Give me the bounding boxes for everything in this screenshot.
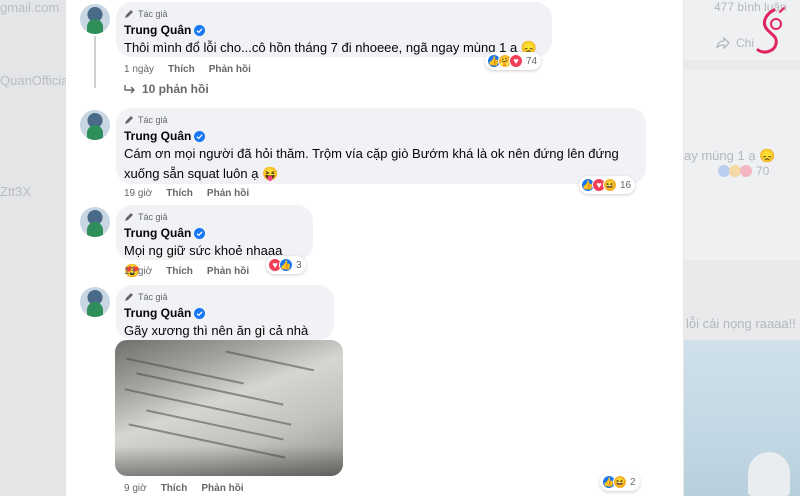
- comment-bubble: Tác giả Trung Quân Thôi mình đổ lỗi cho.…: [116, 2, 552, 57]
- reaction-count: 16: [620, 179, 632, 191]
- pencil-icon: [125, 116, 133, 124]
- comment-bubble: Tác giả Trung Quân Mọi ng giữ sức khoẻ n…: [116, 205, 313, 278]
- reply-button[interactable]: Phản hồi: [201, 483, 243, 494]
- comment-meta: 13 giờ Thích Phản hồi: [124, 266, 249, 277]
- reply-button[interactable]: Phản hồi: [207, 266, 249, 277]
- verified-badge-icon: [194, 130, 206, 142]
- comment-time[interactable]: 19 giờ: [124, 188, 152, 199]
- comments-panel: Tác giả Trung Quân Thôi mình đổ lỗi cho.…: [66, 0, 683, 496]
- bg-photo-figure: [748, 452, 790, 496]
- like-button[interactable]: Thích: [168, 64, 195, 75]
- name-row: Trung Quân: [124, 306, 323, 320]
- comment-photo[interactable]: [115, 340, 343, 476]
- bg-reply-snippet: ay mùng 1 ạ 😞: [684, 148, 776, 163]
- author-tag-label: Tác giả: [138, 292, 168, 302]
- name-row: Trung Quân: [124, 129, 635, 143]
- verified-badge-icon: [194, 24, 206, 36]
- photo-doc-line: [146, 409, 284, 441]
- bg-text-email: gmail.com: [0, 0, 60, 15]
- love-reaction-icon: ♥: [509, 54, 523, 68]
- comment-time[interactable]: 9 giờ: [124, 483, 147, 494]
- thread-connector: [94, 36, 96, 88]
- like-button[interactable]: Thích: [166, 266, 193, 277]
- verified-badge-icon: [194, 307, 206, 319]
- author-tag: Tác giả: [124, 291, 323, 303]
- bg-bottom-snippet: lỗi cái nọng raaaa!!: [686, 316, 796, 331]
- author-tag: Tác giả: [124, 8, 541, 20]
- brand-logo-icon: [756, 7, 785, 54]
- author-tag-label: Tác giả: [138, 115, 168, 125]
- pencil-icon: [125, 293, 133, 301]
- pencil-icon: [125, 213, 133, 221]
- comment-text: Thôi mình đổ lỗi cho...cô hồn tháng 7 đi…: [124, 40, 537, 55]
- comment-meta: 1 ngày Thích Phản hồi: [124, 64, 251, 75]
- bg-text-handle: Ztt3X: [0, 184, 32, 199]
- reaction-count: 2: [630, 476, 636, 488]
- bg-snippet-count: 70: [756, 164, 770, 178]
- reply-arrow-icon: [124, 85, 135, 94]
- reaction-count: 3: [296, 259, 302, 271]
- comment-time[interactable]: 1 ngày: [124, 64, 154, 75]
- author-tag: Tác giả: [124, 211, 302, 223]
- comment-text: Cám ơn mọi người đã hỏi thăm. Trộm vía c…: [124, 146, 619, 181]
- like-button[interactable]: Thích: [161, 483, 188, 494]
- haha-reaction-icon: 😆: [603, 178, 617, 192]
- comment-bubble: Tác giả Trung Quân Gãy xương thì nên ăn …: [116, 285, 334, 358]
- author-tag-label: Tác giả: [138, 9, 168, 19]
- view-replies-button[interactable]: 10 phản hồi: [124, 82, 209, 96]
- like-reaction-icon: 👍: [279, 258, 293, 272]
- pencil-icon: [125, 10, 133, 18]
- avatar[interactable]: [80, 207, 110, 237]
- like-button[interactable]: Thích: [166, 188, 193, 199]
- comment-meta: 19 giờ Thích Phản hồi: [124, 188, 249, 199]
- author-tag: Tác giả: [124, 114, 635, 126]
- commenter-name[interactable]: Trung Quân: [124, 129, 191, 143]
- avatar[interactable]: [80, 287, 110, 317]
- reaction-summary[interactable]: 👍 😆 2: [600, 473, 640, 491]
- bg-share-label: Chi: [716, 36, 754, 50]
- avatar[interactable]: [80, 110, 110, 140]
- replies-label: 10 phản hồi: [142, 82, 209, 96]
- bg-snippet-reactions: 70: [718, 164, 769, 178]
- reply-button[interactable]: Phản hồi: [209, 64, 251, 75]
- bg-text-profile: QuanOfficia: [0, 73, 69, 88]
- reaction-count: 74: [526, 55, 538, 67]
- reaction-summary[interactable]: 👍 🤗 ♥ 74: [485, 52, 542, 70]
- reaction-summary[interactable]: ♥ 👍 3: [266, 256, 306, 274]
- name-row: Trung Quân: [124, 23, 541, 37]
- name-row: Trung Quân: [124, 226, 302, 240]
- share-arrow-icon: [716, 37, 730, 49]
- reply-button[interactable]: Phản hồi: [207, 188, 249, 199]
- photo-doc-line: [124, 388, 292, 426]
- comment-bubble: Tác giả Trung Quân Cám ơn mọi người đã h…: [116, 108, 646, 184]
- author-tag-label: Tác giả: [138, 212, 168, 222]
- verified-badge-icon: [194, 227, 206, 239]
- commenter-name[interactable]: Trung Quân: [124, 306, 191, 320]
- comment-meta: 9 giờ Thích Phản hồi: [124, 483, 244, 494]
- avatar[interactable]: [80, 4, 110, 34]
- photo-doc-line: [126, 357, 244, 385]
- photo-doc-line: [225, 350, 315, 372]
- commenter-name[interactable]: Trung Quân: [124, 226, 191, 240]
- reaction-summary[interactable]: 👍 ♥ 😆 16: [579, 176, 636, 194]
- photo-shadow: [115, 446, 343, 476]
- commenter-name[interactable]: Trung Quân: [124, 23, 191, 37]
- comment-time[interactable]: 13 giờ: [124, 266, 152, 277]
- haha-reaction-icon: 😆: [613, 475, 627, 489]
